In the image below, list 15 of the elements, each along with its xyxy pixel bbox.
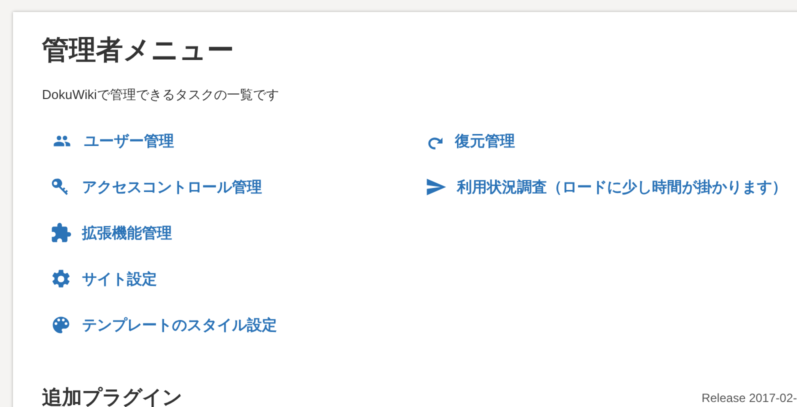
admin-menu-link[interactable]: 拡張機能管理 — [82, 224, 172, 242]
puzzle-icon — [50, 222, 72, 244]
gear-icon — [50, 268, 72, 290]
admin-menu-link[interactable]: アクセスコントロール管理 — [82, 178, 262, 196]
release-label: Release 2017-02- — [702, 390, 797, 404]
section-heading: 追加プラグイン — [42, 386, 182, 407]
palette-icon — [50, 314, 72, 336]
page-title: 管理者メニュー — [42, 34, 235, 67]
admin-menu-link[interactable]: テンプレートのスタイル設定 — [82, 316, 277, 334]
page-description: DokuWikiで管理できるタスクの一覧です — [42, 86, 280, 104]
admin-menu-link[interactable]: ユーザー管理 — [84, 132, 174, 150]
admin-menu-link[interactable]: 復元管理 — [455, 132, 515, 150]
admin-menu-link[interactable]: 利用状況調査（ロードに少し時間が掛かります） — [457, 178, 787, 196]
admin-menu-link[interactable]: サイト設定 — [82, 270, 157, 288]
send-icon — [425, 176, 447, 198]
